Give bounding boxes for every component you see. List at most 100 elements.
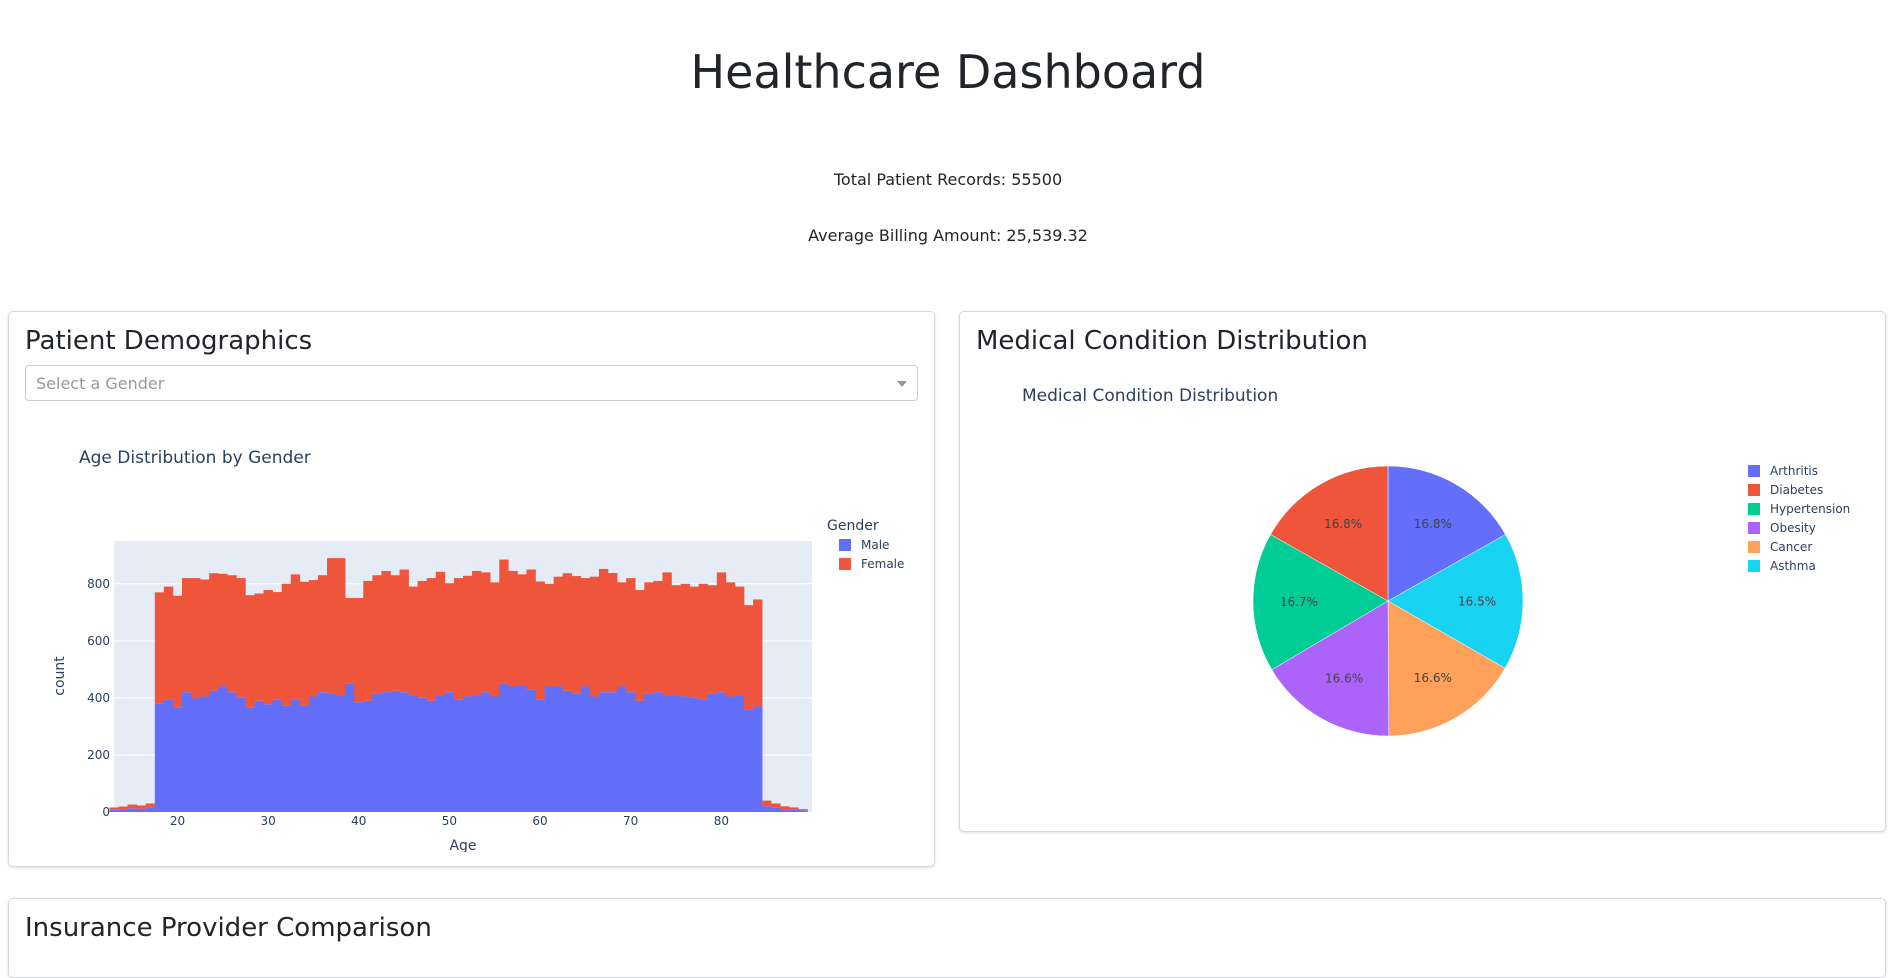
female-bar — [734, 586, 745, 696]
female-bar — [399, 569, 409, 693]
x-axis-title: Age — [449, 838, 476, 852]
male-bar — [562, 690, 573, 812]
female-bar — [345, 598, 355, 684]
legend-label-hypertension: Hypertension — [1770, 502, 1850, 516]
male-bar — [472, 695, 482, 812]
average-billing-stat: Average Billing Amount: 25,539.32 — [808, 226, 1088, 245]
male-bar — [145, 807, 156, 812]
female-bar — [481, 572, 491, 693]
pie-label-cancer: 16.6% — [1414, 671, 1452, 685]
male-bar — [725, 696, 736, 812]
male-bar — [526, 689, 536, 812]
male-bar — [698, 699, 709, 812]
male-bar — [236, 697, 246, 812]
female-bar — [308, 580, 319, 697]
male-bar — [553, 686, 564, 812]
male-bar — [653, 692, 663, 812]
legend-swatch-cancer — [1748, 541, 1760, 553]
female-bar — [254, 593, 264, 701]
medical-condition-card: Medical Condition Distribution Medical C… — [959, 311, 1886, 832]
female-bar — [290, 574, 301, 700]
legend-label-female: Female — [861, 557, 904, 571]
legend-swatch-female — [839, 558, 851, 570]
male-bar — [354, 702, 364, 812]
male-bar — [426, 700, 437, 812]
male-bar — [499, 683, 509, 812]
female-bar — [163, 586, 174, 700]
male-bar — [118, 809, 128, 812]
legend-swatch-male — [839, 539, 851, 551]
male-bar — [181, 692, 192, 812]
male-bar — [662, 695, 672, 812]
female-bar — [526, 569, 536, 690]
male-bar — [336, 695, 346, 812]
female-bar — [381, 570, 391, 693]
female-bar — [689, 586, 699, 698]
female-bar — [617, 582, 627, 687]
female-bar — [589, 576, 600, 697]
male-bar — [481, 692, 491, 812]
y-tick-label: 800 — [87, 577, 110, 591]
female-bar — [154, 592, 165, 704]
female-bar — [172, 595, 183, 708]
female-bar — [417, 580, 428, 698]
male-bar — [789, 809, 799, 812]
male-bar — [598, 692, 609, 812]
male-bar — [390, 690, 400, 812]
female-bar — [608, 572, 618, 693]
legend-label-asthma: Asthma — [1770, 559, 1816, 573]
female-bar — [771, 803, 781, 808]
female-bar — [354, 598, 364, 703]
female-bar — [263, 590, 273, 705]
male-bar — [381, 692, 391, 812]
female-bar — [680, 583, 690, 697]
male-bar — [490, 696, 500, 812]
legend-swatch-arthritis — [1748, 465, 1760, 477]
female-bar — [544, 583, 554, 687]
female-bar — [181, 578, 192, 693]
female-bar — [444, 583, 455, 693]
male-bar — [345, 683, 355, 812]
male-bar — [127, 808, 137, 812]
female-bar — [789, 807, 799, 810]
female-bar — [272, 592, 283, 700]
female-bar — [145, 803, 156, 808]
page-title: Healthcare Dashboard — [690, 45, 1206, 99]
female-bar — [698, 583, 709, 700]
female-bar — [390, 575, 400, 691]
female-bar — [644, 582, 654, 694]
male-bar — [109, 809, 119, 812]
pie-label-obesity: 16.6% — [1325, 672, 1363, 686]
male-bar — [707, 693, 718, 812]
male-bar — [571, 693, 582, 812]
pie-label-diabetes: 16.8% — [1324, 517, 1362, 531]
male-bar — [209, 690, 219, 812]
female-bar — [281, 583, 292, 706]
female-bar — [635, 590, 645, 701]
y-tick-label: 400 — [87, 691, 110, 705]
female-bar — [517, 574, 527, 686]
male-bar — [589, 696, 600, 812]
legend-label-cancer: Cancer — [1770, 540, 1812, 554]
male-bar — [281, 705, 292, 812]
female-bar — [535, 581, 545, 700]
male-bar — [263, 704, 273, 812]
male-bar — [580, 686, 591, 812]
male-bar — [363, 700, 373, 812]
female-bar — [798, 809, 808, 811]
y-tick-label: 600 — [87, 634, 110, 648]
y-tick-label: 0 — [102, 805, 110, 819]
male-bar — [191, 698, 201, 812]
female-bar — [626, 578, 636, 693]
female-bar — [725, 582, 736, 697]
male-bar — [272, 699, 283, 812]
legend-label-diabetes: Diabetes — [1770, 483, 1823, 497]
legend-swatch-hypertension — [1748, 503, 1760, 515]
female-bar — [653, 580, 663, 693]
gender-dropdown[interactable]: Select a Gender — [25, 365, 918, 401]
chevron-down-icon[interactable] — [897, 381, 907, 387]
legend-swatch-obesity — [1748, 522, 1760, 534]
male-bar — [626, 692, 636, 812]
female-bar — [671, 585, 681, 696]
legend-label-arthritis: Arthritis — [1770, 464, 1818, 478]
